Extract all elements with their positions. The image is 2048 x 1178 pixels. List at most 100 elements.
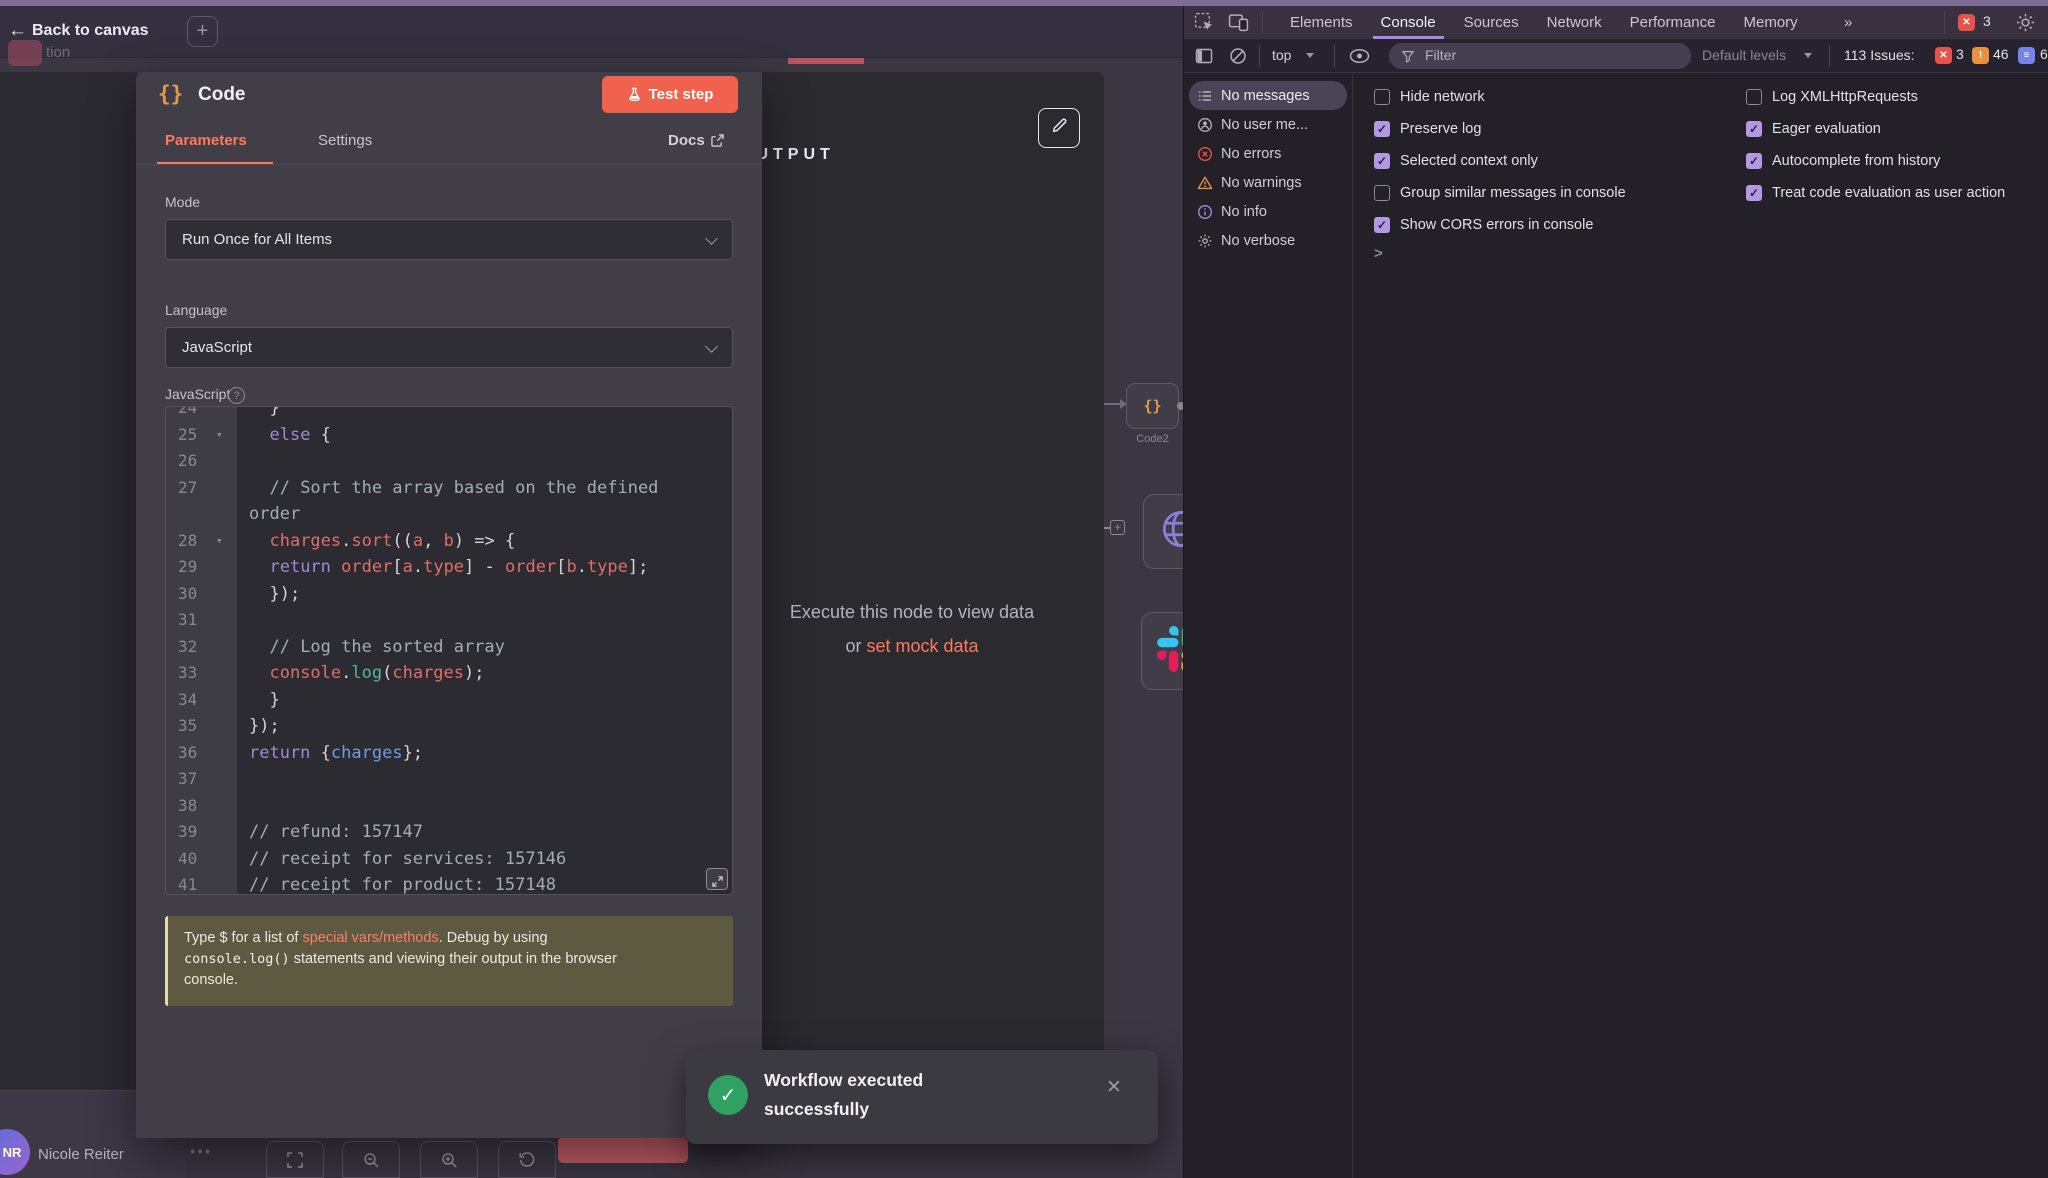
checkbox-label: Selected context only (1400, 153, 1538, 169)
code-line: 26 (166, 448, 732, 475)
error-badge-icon[interactable]: ✕ (1958, 14, 1975, 31)
inspect-element-icon[interactable] (1194, 12, 1215, 33)
more-tabs-button[interactable]: » (1844, 6, 1850, 39)
expand-editor-button[interactable] (706, 868, 728, 890)
error-icon (1197, 146, 1213, 162)
console-filter-no-messages[interactable]: No messages (1189, 81, 1347, 110)
console-sidebar-toggle-icon[interactable] (1194, 46, 1214, 66)
code-line: 24 } (166, 406, 732, 422)
clear-console-icon[interactable] (1228, 46, 1248, 66)
issues-info-icon: ≡ (2018, 47, 2035, 64)
console-filter-no-user-me-[interactable]: No user me... (1189, 110, 1347, 139)
unchecked-checkbox[interactable] (1746, 89, 1762, 105)
console-setting-row: Group similar messages in console (1374, 177, 1626, 209)
devtools-tab-console[interactable]: Console (1367, 6, 1450, 39)
code-text: console.log(charges); (237, 660, 485, 687)
user-name[interactable]: Nicole Reiter (38, 1146, 124, 1163)
devtools-tab-network[interactable]: Network (1533, 6, 1616, 39)
device-toolbar-icon[interactable] (1228, 12, 1249, 33)
code-line: 31 (166, 607, 732, 634)
set-mock-data-link[interactable]: set mock data (866, 636, 978, 656)
console-filter-no-info[interactable]: No info (1189, 197, 1347, 226)
code-line: 37 (166, 766, 732, 793)
fold-chevron-icon[interactable]: ▾ (216, 422, 223, 449)
line-number: 32 (166, 634, 237, 661)
checked-checkbox[interactable]: ✓ (1746, 153, 1762, 169)
screen: tion ← Back to canvas + Editor Execution… (0, 0, 2048, 1178)
workflow-title-partial: tion (46, 44, 70, 61)
line-number: 26 (166, 448, 237, 475)
test-workflow-button[interactable] (558, 1137, 688, 1163)
close-icon[interactable]: ✕ (1106, 1076, 1122, 1099)
docs-link[interactable]: Docs (668, 132, 724, 149)
checked-checkbox[interactable]: ✓ (1746, 121, 1762, 137)
issues-warning-count: 46 (1993, 46, 2009, 62)
node-http-request[interactable] (1143, 494, 1183, 569)
line-number: 30 (166, 581, 237, 608)
node-output-port[interactable] (1177, 402, 1183, 410)
console-filter-no-errors[interactable]: No errors (1189, 139, 1347, 168)
console-filter-no-warnings[interactable]: No warnings (1189, 168, 1347, 197)
code-line: 29 return order[a.type] - order[b.type]; (166, 554, 732, 581)
log-levels-select[interactable]: Default levels (1702, 47, 1786, 63)
devtools-tab-elements[interactable]: Elements (1276, 6, 1367, 39)
mode-select[interactable]: Run Once for All Items (165, 219, 733, 260)
help-icon[interactable]: ? (228, 387, 245, 404)
warning-icon (1197, 175, 1213, 191)
issues-count-label[interactable]: 113 Issues: (1844, 47, 1915, 63)
zoom-out-button[interactable] (342, 1141, 400, 1178)
checkbox-label: Eager evaluation (1772, 121, 1881, 137)
caret-down-icon (1804, 53, 1812, 58)
edit-output-button[interactable] (1038, 108, 1080, 148)
node-slack[interactable] (1141, 612, 1183, 690)
devtools-tab-performance[interactable]: Performance (1616, 6, 1730, 39)
test-step-button[interactable]: Test step (602, 76, 738, 113)
avatar[interactable]: NR (0, 1129, 30, 1175)
zoom-in-button[interactable] (420, 1141, 478, 1178)
code-node-modal: {} Code Test step Parameters Settings Do… (136, 72, 762, 1138)
checked-checkbox[interactable]: ✓ (1374, 153, 1390, 169)
success-toast: ✓ Workflow executed successfully ✕ (686, 1050, 1158, 1144)
console-filter-no-verbose[interactable]: No verbose (1189, 226, 1347, 255)
code-text: }); (237, 713, 280, 740)
reset-zoom-button[interactable] (498, 1141, 556, 1178)
code-line: order (166, 501, 732, 528)
checked-checkbox[interactable]: ✓ (1374, 121, 1390, 137)
language-select[interactable]: JavaScript (165, 327, 733, 368)
issues-warning-icon: ! (1972, 47, 1989, 64)
context-selector[interactable]: top (1272, 47, 1291, 63)
special-vars-link[interactable]: special vars/methods (302, 930, 438, 946)
checked-checkbox[interactable]: ✓ (1746, 185, 1762, 201)
devtools-tab-memory[interactable]: Memory (1730, 6, 1812, 39)
issues-info-count: 6 (2040, 46, 2048, 62)
add-node-button[interactable]: + (187, 16, 218, 47)
console-filter-label: No info (1221, 204, 1267, 220)
code-node-icon: {} (158, 82, 183, 106)
node-code2[interactable]: {} (1126, 383, 1179, 429)
tab-parameters[interactable]: Parameters (165, 132, 247, 149)
eye-icon[interactable] (1348, 48, 1371, 64)
unchecked-checkbox[interactable] (1374, 89, 1390, 105)
issues-error-icon: ✕ (1935, 47, 1952, 64)
error-badge-count: 3 (1983, 13, 1991, 29)
chevron-down-icon (705, 340, 718, 353)
fit-view-button[interactable] (266, 1141, 324, 1178)
add-connection-button[interactable]: + (1110, 520, 1125, 535)
fold-chevron-icon[interactable]: ▾ (216, 528, 223, 555)
user-menu-dots[interactable]: ●●● (190, 1146, 212, 1156)
code-editor[interactable]: 24 }25▾ else {2627 // Sort the array bas… (165, 406, 733, 895)
unchecked-checkbox[interactable] (1374, 185, 1390, 201)
line-number: 24 (166, 406, 237, 422)
console-filter-input[interactable]: Filter (1389, 43, 1691, 69)
devtools-tab-sources[interactable]: Sources (1450, 6, 1533, 39)
line-number: 38 (166, 793, 237, 820)
devtools-tabs: ElementsConsoleSourcesNetworkPerformance… (1276, 6, 1812, 39)
back-to-canvas-button[interactable]: Back to canvas (32, 22, 149, 40)
line-number: 39 (166, 819, 237, 846)
tab-settings[interactable]: Settings (318, 132, 372, 149)
code-editor-label: JavaScript (165, 386, 230, 402)
console-prompt[interactable]: > (1374, 245, 1383, 262)
list-icon (1197, 88, 1213, 104)
checked-checkbox[interactable]: ✓ (1374, 217, 1390, 233)
devtools-settings-gear-icon[interactable] (2015, 12, 2036, 33)
